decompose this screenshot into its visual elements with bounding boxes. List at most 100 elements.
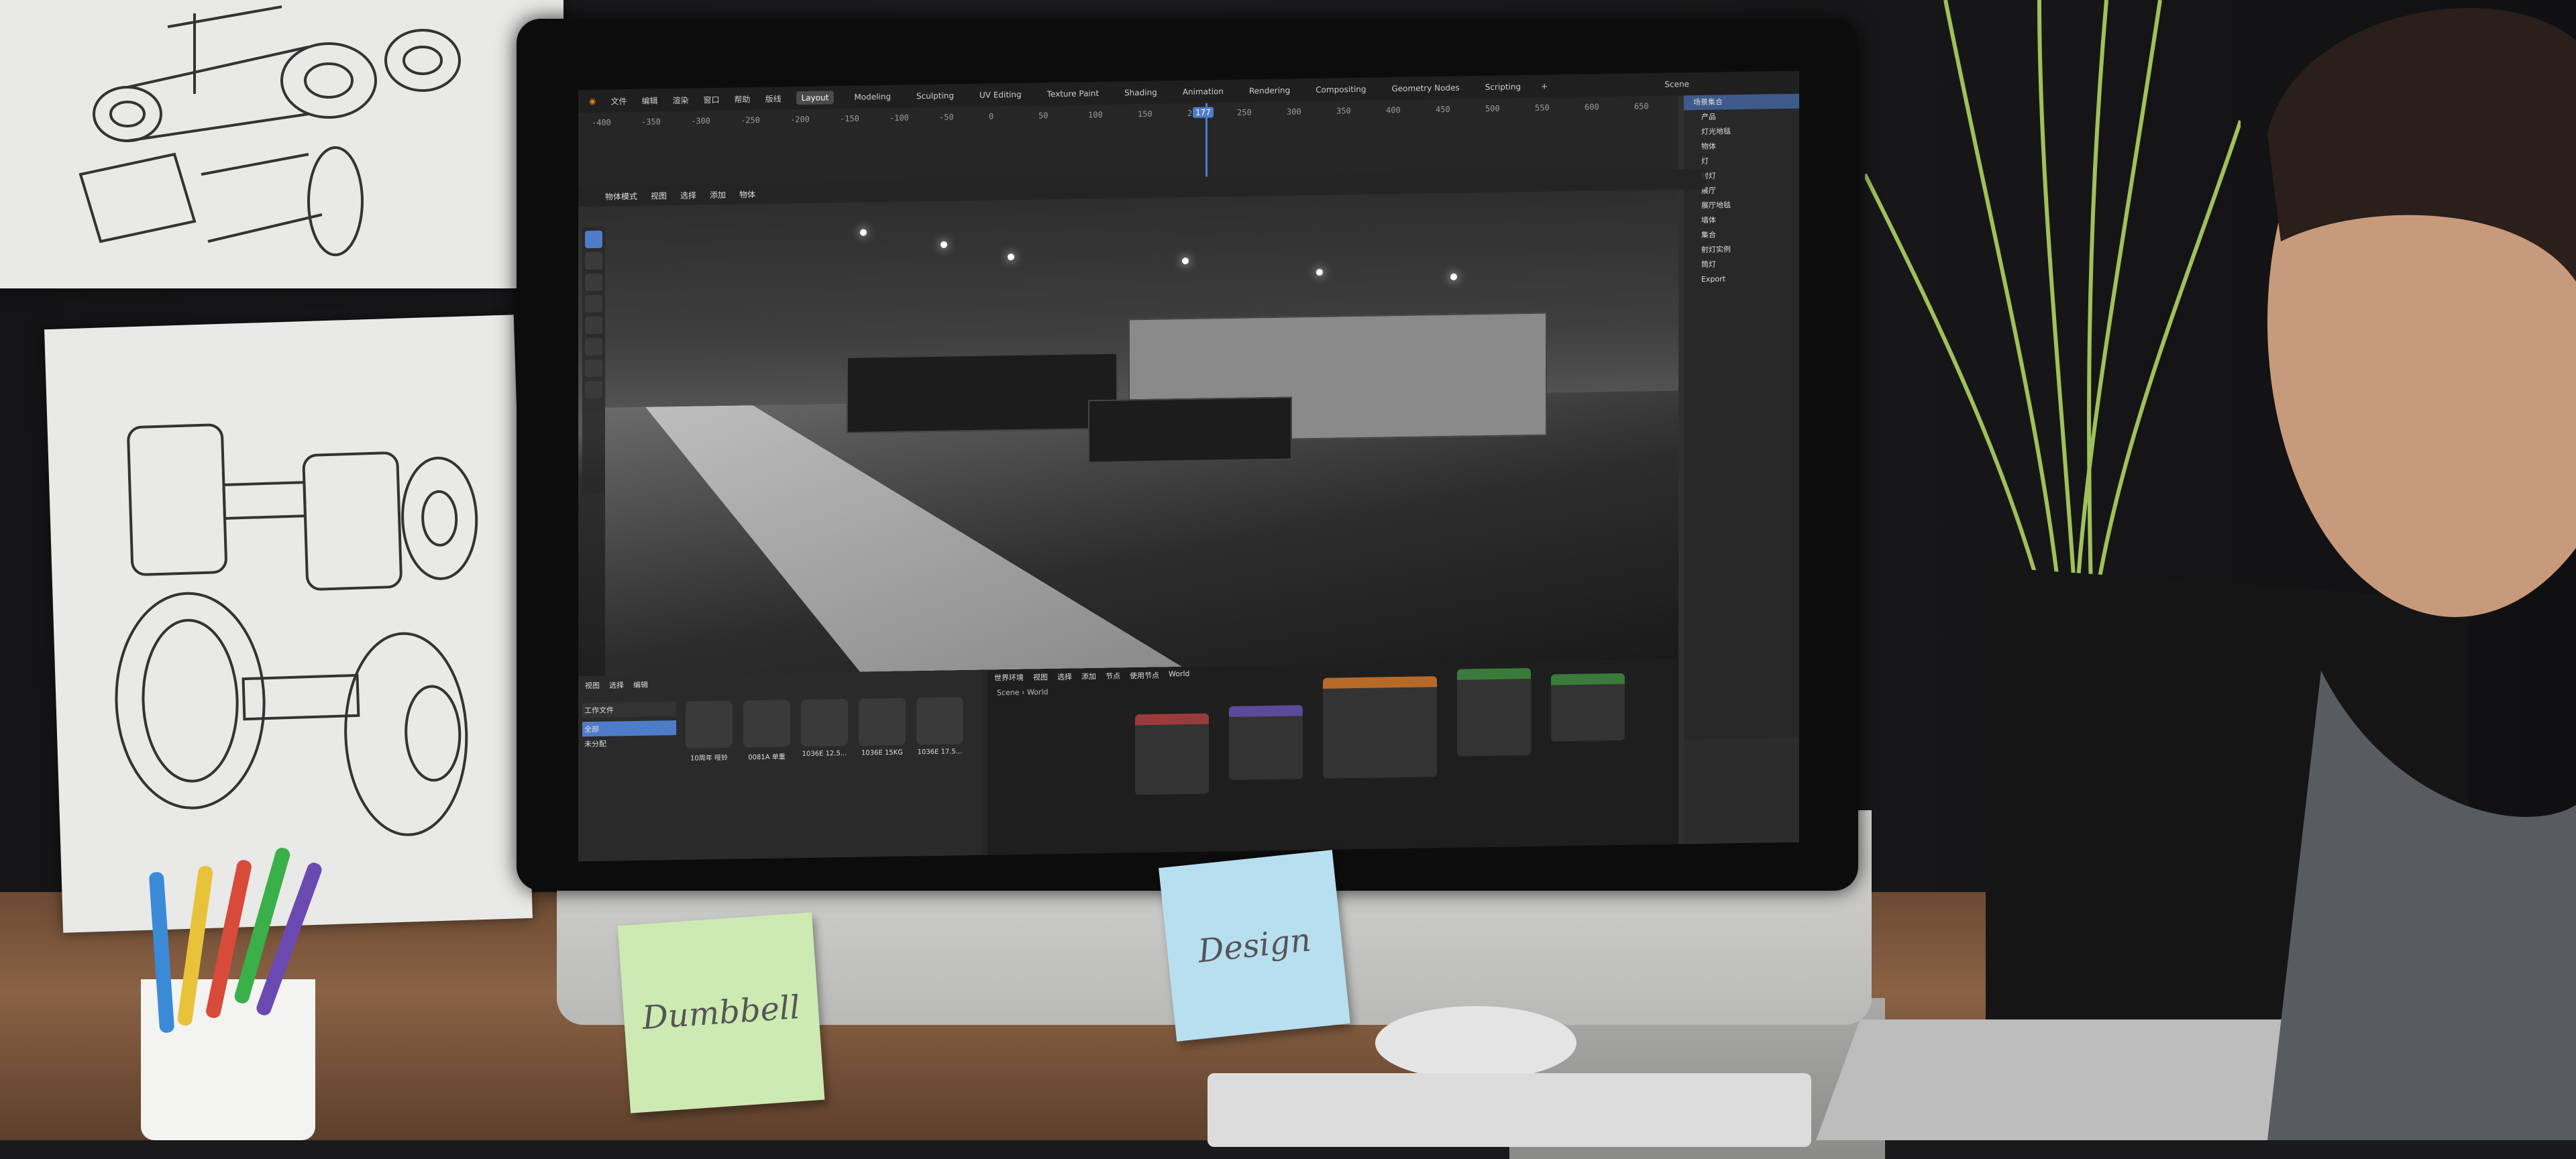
- 3d-viewport[interactable]: 物体模式 视图 选择 添加 物体: [578, 168, 1705, 677]
- asset-thumbnail[interactable]: [859, 698, 906, 746]
- dumbbell-rack: [847, 352, 1118, 434]
- ruler-tick: -50: [939, 112, 954, 122]
- sticky-note-design: Design: [1159, 850, 1350, 1042]
- outliner-root[interactable]: 场景集合: [1684, 93, 1799, 111]
- node-menu-view[interactable]: 视图: [1033, 671, 1048, 682]
- ceiling-light: [1008, 254, 1014, 261]
- world-dropdown[interactable]: 世界环境: [994, 672, 1024, 683]
- breadcrumb-world: World: [1026, 687, 1049, 697]
- mode-selector[interactable]: 物体模式: [605, 190, 637, 202]
- outliner-panel: 场景集合 产品 灯光地毯 物体灯射灯 展厅 展厅地毯 墙体 集合 射灯实例 筒灯 Export: [1684, 93, 1799, 740]
- outliner-item[interactable]: 射灯实例: [1684, 241, 1799, 258]
- node-world-output[interactable]: [1551, 673, 1625, 742]
- rotate-tool-icon[interactable]: [585, 294, 602, 313]
- tab-animation[interactable]: Animation: [1177, 85, 1229, 99]
- node-environment-texture[interactable]: [1323, 676, 1437, 779]
- ruler-tick: 300: [1287, 107, 1301, 117]
- menu-edit[interactable]: 编辑: [642, 95, 658, 106]
- asset-thumbnail[interactable]: [801, 698, 848, 747]
- tab-texture-paint[interactable]: Texture Paint: [1042, 87, 1104, 101]
- blender-logo-icon[interactable]: ◉: [589, 97, 596, 106]
- node-menu-select[interactable]: 选择: [1057, 671, 1072, 682]
- use-nodes-checkbox[interactable]: 使用节点: [1130, 670, 1159, 681]
- scale-tool-icon[interactable]: [585, 316, 602, 335]
- annotate-tool-icon[interactable]: [585, 359, 602, 378]
- node-background[interactable]: [1457, 667, 1531, 757]
- outliner-item[interactable]: 物体: [1684, 138, 1799, 155]
- outliner-item[interactable]: 灯光地毯: [1684, 123, 1799, 140]
- outliner-item[interactable]: 筒灯: [1684, 256, 1799, 273]
- select-tool-icon[interactable]: [585, 230, 602, 249]
- tab-shading[interactable]: Shading: [1119, 86, 1163, 100]
- asset-filter-all[interactable]: 全部: [582, 720, 676, 737]
- tab-compositing[interactable]: Compositing: [1310, 82, 1371, 97]
- tab-scripting[interactable]: Scripting: [1480, 80, 1526, 94]
- tab-uv-editing[interactable]: UV Editing: [974, 88, 1027, 102]
- node-menu-node[interactable]: 节点: [1106, 671, 1120, 681]
- vp-menu-view[interactable]: 视图: [651, 190, 667, 201]
- scene-selector[interactable]: Scene: [1664, 79, 1689, 89]
- outliner-item[interactable]: 产品: [1684, 109, 1799, 125]
- ruler-tick: -150: [840, 113, 859, 124]
- monitor-bezel: ◉ 文件 编辑 渲染 窗口 帮助 版线 Layout Modeling Scul…: [517, 19, 1858, 891]
- menu-help[interactable]: 帮助: [735, 93, 751, 105]
- asset-label: 1036E 15KG: [861, 749, 903, 757]
- outliner-item[interactable]: 展厅地毯: [1684, 197, 1799, 214]
- outliner-item[interactable]: 灯: [1684, 153, 1799, 170]
- outliner-item[interactable]: Export: [1684, 271, 1799, 288]
- add-workspace-icon[interactable]: +: [1541, 82, 1548, 91]
- vp-menu-add[interactable]: 添加: [710, 188, 726, 200]
- ruler-tick: -350: [641, 117, 661, 127]
- node-editor[interactable]: 世界环境 视图 选择 添加 节点 使用节点 World Scene › Worl…: [987, 659, 1678, 855]
- sketch-paper-top: [0, 0, 564, 288]
- bench-rack: [1088, 396, 1292, 463]
- asset-menu-edit[interactable]: 编辑: [633, 679, 648, 690]
- asset-menu-view[interactable]: 视图: [585, 680, 600, 691]
- ceiling-light: [860, 229, 867, 236]
- measure-tool-icon[interactable]: [585, 380, 602, 399]
- outliner-item[interactable]: 集合: [1684, 227, 1799, 243]
- menu-render[interactable]: 渲染: [673, 94, 689, 105]
- mechanical-part-sketch: [78, 5, 461, 256]
- ruler-tick: -300: [691, 116, 710, 126]
- ruler-tick: 100: [1088, 110, 1103, 120]
- asset-thumbnail[interactable]: [916, 697, 963, 745]
- ceiling-light: [1182, 258, 1189, 265]
- ruler-tick: 450: [1436, 104, 1450, 115]
- tab-layout[interactable]: Layout: [796, 91, 835, 105]
- node-texture-coordinate[interactable]: [1135, 713, 1209, 795]
- world-name-field[interactable]: World: [1169, 669, 1190, 680]
- person-silhouette: [2267, 7, 2576, 1140]
- menu-file[interactable]: 文件: [610, 95, 627, 107]
- asset-library-selector[interactable]: 工作文件: [582, 702, 676, 718]
- outliner-list: 产品 灯光地毯 物体灯射灯 展厅 展厅地毯 墙体 集合 射灯实例 筒灯 Export: [1684, 109, 1799, 288]
- tab-modeling[interactable]: Modeling: [849, 90, 896, 104]
- asset-thumbnail[interactable]: [686, 700, 733, 749]
- node-menu-add[interactable]: 添加: [1081, 671, 1096, 681]
- outliner-item[interactable]: 墙体: [1684, 212, 1799, 229]
- ruler-tick: 600: [1585, 102, 1599, 112]
- node-mapping[interactable]: [1229, 705, 1303, 781]
- vp-menu-object[interactable]: 物体: [739, 188, 755, 200]
- ruler-tick: -250: [741, 115, 760, 125]
- vp-menu-select[interactable]: 选择: [680, 189, 696, 201]
- ruler-tick: 400: [1386, 105, 1401, 115]
- transform-tool-icon[interactable]: [585, 337, 602, 356]
- ruler-tick: 500: [1485, 103, 1500, 114]
- asset-menu-select[interactable]: 选择: [609, 679, 624, 690]
- tab-rendering[interactable]: Rendering: [1244, 83, 1295, 97]
- asset-label: 0081A 单重: [748, 753, 786, 762]
- properties-panel: [1684, 737, 1799, 844]
- asset-thumbnail[interactable]: [743, 700, 790, 748]
- cursor-tool-icon[interactable]: [585, 252, 602, 270]
- move-tool-icon[interactable]: [585, 273, 602, 292]
- menu-window[interactable]: 窗口: [704, 93, 720, 105]
- tab-sculpting[interactable]: Sculpting: [911, 89, 959, 103]
- asset-unassigned[interactable]: 未分配: [582, 735, 676, 751]
- menu-extra[interactable]: 版线: [765, 93, 782, 104]
- sketch-paper-dumbbell: [44, 315, 533, 933]
- tab-geometry-nodes[interactable]: Geometry Nodes: [1387, 81, 1465, 96]
- bottom-editors: 视图 选择 编辑 工作文件 全部 未分配 10周年 哑铃 0081A 单重 1036…: [578, 659, 1678, 862]
- ruler-tick: 0: [989, 111, 994, 121]
- tool-shelf: [582, 226, 605, 496]
